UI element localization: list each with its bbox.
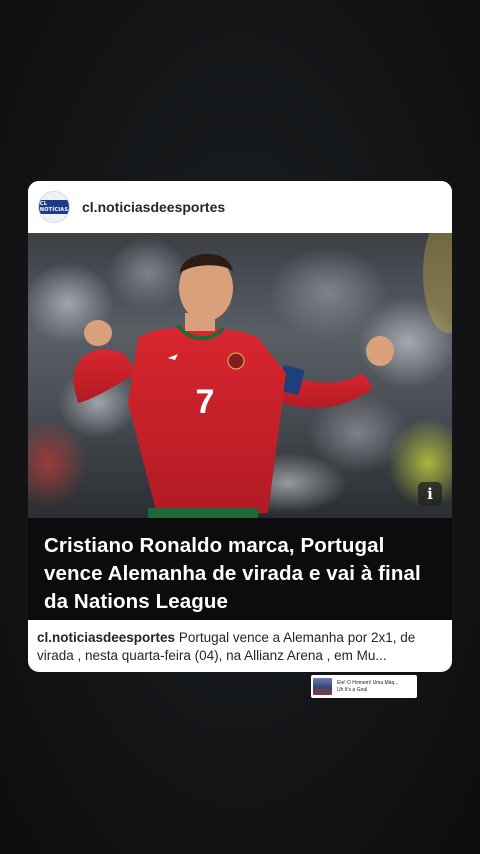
stadium-crowd-illustration: 7 (28, 233, 452, 518)
music-title: Ele! O Homem! Uma Máq... (337, 679, 399, 686)
post-photo[interactable]: 7 i (28, 233, 452, 518)
post-caption[interactable]: cl.noticiasdeesportes Portugal vence a A… (28, 620, 452, 665)
post-username[interactable]: cl.noticiasdeesportes (82, 199, 225, 215)
music-album-art (313, 678, 332, 695)
avatar-logo: CL NOTÍCIAS (39, 200, 69, 214)
music-info: Ele! O Homem! Uma Máq... Uh It's a Goal (337, 680, 398, 694)
info-icon[interactable]: i (418, 482, 442, 506)
jersey-number: 7 (196, 383, 215, 421)
music-sticker[interactable]: Ele! O Homem! Uma Máq... Uh It's a Goal (311, 675, 417, 698)
headline-block: Cristiano Ronaldo marca, Portugal vence … (28, 518, 452, 620)
music-artist: Uh It's a Goal (337, 686, 368, 693)
shared-post-card[interactable]: CL NOTÍCIAS cl.noticiasdeesportes 7 i Cr… (28, 181, 452, 672)
avatar[interactable]: CL NOTÍCIAS (38, 191, 70, 223)
post-headline: Cristiano Ronaldo marca, Portugal vence … (44, 534, 421, 613)
caption-username[interactable]: cl.noticiasdeesportes (37, 630, 175, 645)
post-header[interactable]: CL NOTÍCIAS cl.noticiasdeesportes (28, 181, 452, 233)
